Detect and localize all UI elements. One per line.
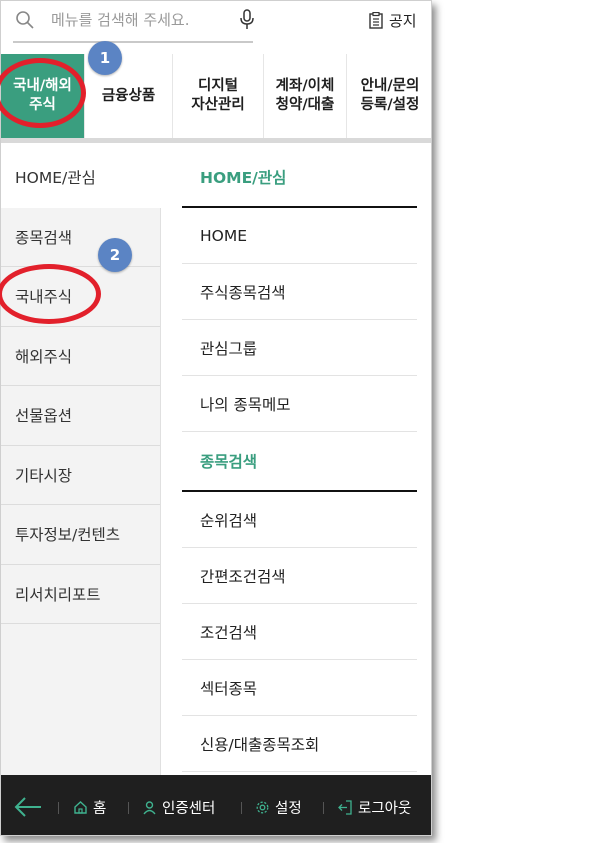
logout-button[interactable]: 로그아웃 (337, 797, 411, 817)
divider (323, 802, 324, 814)
section-header-home-interest: HOME/관심 (182, 148, 417, 208)
menu-item-home[interactable]: HOME (182, 208, 417, 264)
menu-item-watch-group[interactable]: 관심그룹 (182, 320, 417, 376)
search-icon[interactable] (15, 10, 35, 30)
person-icon (143, 800, 156, 814)
microphone-icon[interactable] (239, 9, 255, 31)
menu-item-condition-search[interactable]: 조건검색 (182, 604, 417, 660)
divider (58, 802, 59, 814)
home-button[interactable]: 홈 (73, 797, 106, 817)
notice-icon (369, 11, 383, 29)
menu-item-credit-loan-lookup[interactable]: 신용/대출종목조회 (182, 716, 417, 772)
tab-digital-asset-management[interactable]: 디지털 자산관리 (173, 54, 264, 138)
auth-center-label: 인증센터 (162, 800, 216, 817)
search-input[interactable] (51, 7, 231, 33)
divider (241, 802, 242, 814)
logout-icon (338, 799, 352, 815)
menu-item-ranking-search[interactable]: 순위검색 (182, 492, 417, 548)
gear-icon (256, 801, 269, 813)
home-label: 홈 (93, 800, 107, 817)
back-arrow-icon[interactable] (13, 796, 43, 818)
menu-item-simple-condition-search[interactable]: 간편조건검색 (182, 548, 417, 604)
step-marker-1: 1 (88, 41, 122, 75)
notice-label: 공지 (389, 11, 417, 30)
step-marker-2: 2 (98, 238, 132, 272)
tab-account-transfer-loan[interactable]: 계좌/이체 청약/대출 (264, 54, 347, 138)
logout-label: 로그아웃 (358, 800, 412, 817)
home-icon (74, 800, 87, 814)
search-underline (13, 41, 253, 43)
menu-item-my-stock-memo[interactable]: 나의 종목메모 (182, 376, 417, 432)
menu-item-sector-stocks[interactable]: 섹터종목 (182, 660, 417, 716)
sidebar-item-research-report[interactable]: 리서치리포트 (1, 564, 160, 624)
tab-info-inquiry-settings[interactable]: 안내/문의 등록/설정 (347, 54, 431, 138)
search-bar: 공지 (1, 1, 431, 49)
sidebar-item-home-interest[interactable]: HOME/관심 (1, 148, 161, 208)
app-screen: 공지 국내/해외 주식 금융상품 디지털 자산관리 계좌/이체 청약/대출 안내… (0, 0, 432, 836)
bottom-nav-bar: 홈 인증센터 설정 로그아웃 (1, 775, 431, 835)
sidebar-item-overseas-stocks[interactable]: 해외주식 (1, 326, 160, 386)
sidebar-item-investment-info[interactable]: 투자정보/컨텐츠 (1, 505, 160, 565)
settings-label: 설정 (275, 800, 302, 817)
submenu-panel: HOME/관심 HOME 주식종목검색 관심그룹 나의 종목메모 종목검색 순위… (182, 148, 417, 772)
highlight-ring-domestic-stocks (0, 264, 101, 324)
settings-button[interactable]: 설정 (255, 797, 302, 817)
menu-item-stock-name-search[interactable]: 주식종목검색 (182, 264, 417, 320)
sidebar-item-futures-options[interactable]: 선물옵션 (1, 386, 160, 446)
notice-button[interactable]: 공지 (369, 8, 417, 32)
section-header-stock-search: 종목검색 (182, 432, 417, 492)
divider (128, 802, 129, 814)
sidebar: HOME/관심 종목검색 국내주식 해외주식 선물옵션 기타시장 투자정보/컨텐… (1, 148, 161, 775)
sidebar-item-other-markets[interactable]: 기타시장 (1, 445, 160, 505)
auth-center-button[interactable]: 인증센터 (142, 797, 215, 817)
sidebar-item-stock-search[interactable]: 종목검색 (1, 207, 160, 267)
